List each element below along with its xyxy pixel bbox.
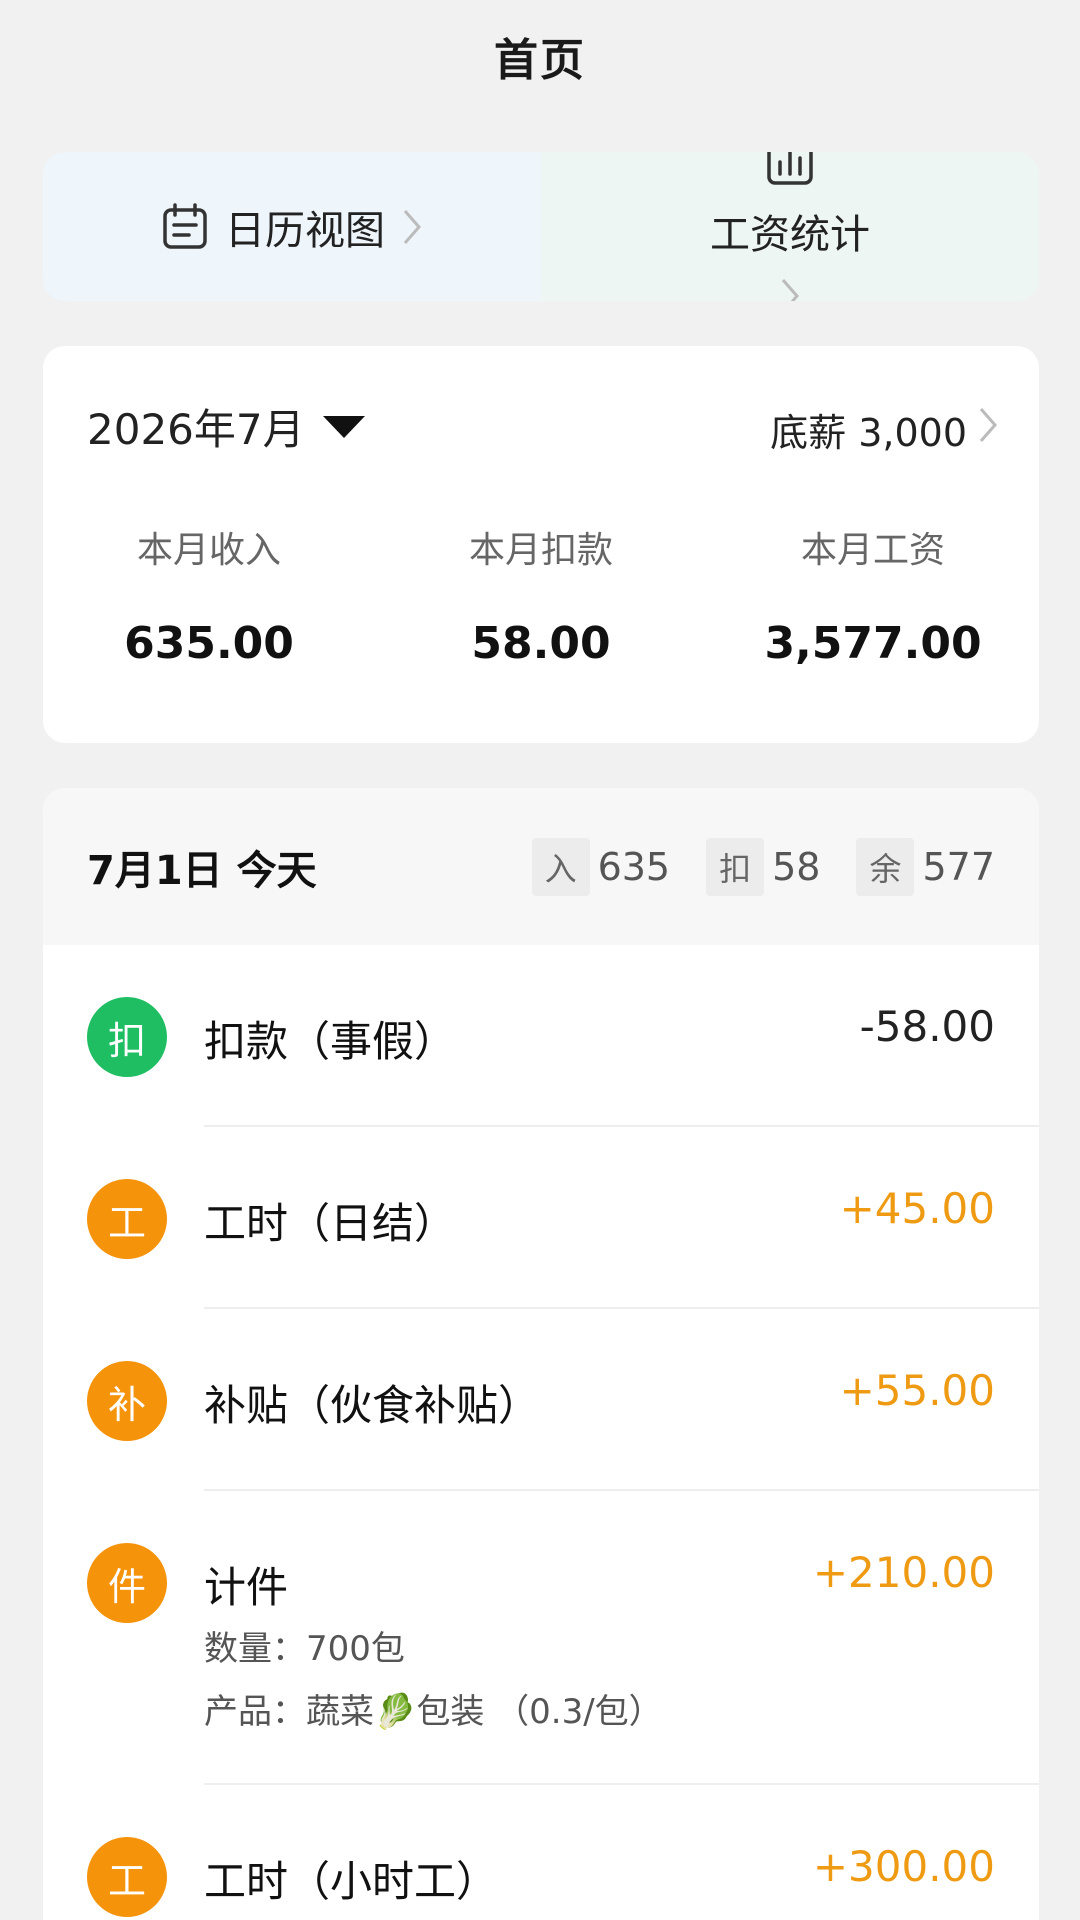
- deduction-stat: 本月扣款 58.00: [375, 526, 707, 669]
- day-deduction-total: 扣 58: [706, 837, 821, 896]
- list-item[interactable]: 工 工时（日结） +45.00: [43, 1127, 1039, 1309]
- deduction-icon: 扣: [87, 997, 167, 1077]
- day-records-card: 7月1日 今天 入 635 扣 58 余 577 扣 扣款（事假） -58.00…: [43, 788, 1039, 1920]
- list-item[interactable]: 件 计件 +210.00 数量：700包 产品：蔬菜🥬包装 （0.3/包）: [43, 1491, 1039, 1785]
- piecework-icon: 件: [87, 1543, 167, 1623]
- base-salary-link[interactable]: 底薪 3,000: [770, 402, 999, 457]
- chevron-right-icon: [401, 207, 423, 247]
- calendar-view-button[interactable]: 日历视图: [43, 152, 541, 301]
- salary-value: 3,577.00: [764, 618, 982, 669]
- work-hours-icon: 工: [87, 1837, 167, 1917]
- deduction-label: 本月扣款: [468, 530, 613, 571]
- day-balance-total: 余 577: [856, 837, 995, 896]
- home-page: 首页 日历视图 工资统计 2026年7月 底薪 3,000 本月收入 635.0…: [0, 0, 1080, 1920]
- day-header: 7月1日 今天 入 635 扣 58 余 577: [43, 788, 1039, 945]
- entry-amount: +210.00: [812, 1548, 995, 1597]
- list-item[interactable]: 扣 扣款（事假） -58.00: [43, 945, 1039, 1127]
- deduction-tag: 扣: [706, 837, 765, 896]
- income-label: 本月收入: [136, 530, 281, 571]
- allowance-icon: 补: [87, 1361, 167, 1441]
- day-income-total: 入 635: [531, 837, 671, 896]
- entry-amount: +45.00: [839, 1184, 995, 1233]
- income-value: 635.00: [124, 618, 294, 669]
- entry-title: 计件: [204, 1563, 289, 1612]
- salary-stats-label: 工资统计: [710, 211, 870, 258]
- entry-title: 补贴（伙食补贴）: [204, 1381, 541, 1430]
- income-tag: 入: [531, 837, 590, 896]
- entry-title: 工时（小时工）: [204, 1857, 499, 1906]
- entry-product: 产品：蔬菜🥬包装 （0.3/包）: [204, 1692, 663, 1732]
- day-title: 7月1日 今天: [87, 847, 317, 894]
- deduction-total-value: 58: [772, 844, 821, 889]
- balance-total-value: 577: [922, 844, 995, 889]
- salary-stats-button[interactable]: 工资统计: [541, 152, 1039, 301]
- list-item[interactable]: 补 补贴（伙食补贴） +55.00: [43, 1309, 1039, 1491]
- entry-amount: -58.00: [859, 1002, 995, 1051]
- deduction-value: 58.00: [471, 618, 611, 669]
- calendar-icon: [161, 202, 209, 251]
- shortcut-card: 日历视图 工资统计: [43, 152, 1039, 301]
- work-hours-icon: 工: [87, 1179, 167, 1259]
- entry-amount: +55.00: [839, 1366, 995, 1415]
- income-stat: 本月收入 635.00: [43, 526, 375, 669]
- entry-title: 扣款（事假）: [204, 1017, 457, 1066]
- page-title: 首页: [494, 35, 586, 86]
- day-totals: 入 635 扣 58 余 577: [531, 837, 995, 896]
- bar-chart-icon: [766, 152, 814, 186]
- base-salary-label: 底薪 3,000: [770, 411, 967, 455]
- entry-amount: +300.00: [812, 1842, 995, 1891]
- month-selector[interactable]: 2026年7月: [87, 396, 365, 457]
- chevron-right-icon: [977, 405, 999, 454]
- salary-label: 本月工资: [800, 530, 945, 571]
- entry-title: 工时（日结）: [204, 1199, 457, 1248]
- balance-tag: 余: [856, 837, 915, 896]
- list-item[interactable]: 工 工时（小时工） +300.00: [43, 1785, 1039, 1920]
- salary-stat: 本月工资 3,577.00: [707, 526, 1039, 669]
- chevron-right-icon: [779, 276, 801, 301]
- income-total-value: 635: [597, 844, 671, 889]
- monthly-summary-card: 2026年7月 底薪 3,000 本月收入 635.00 本月扣款 58.00 …: [43, 346, 1039, 743]
- dropdown-triangle-icon: [322, 415, 365, 438]
- calendar-view-label: 日历视图: [225, 207, 385, 254]
- monthly-stats: 本月收入 635.00 本月扣款 58.00 本月工资 3,577.00: [43, 526, 1039, 669]
- month-label: 2026年7月: [87, 405, 305, 454]
- entry-quantity: 数量：700包: [204, 1629, 405, 1669]
